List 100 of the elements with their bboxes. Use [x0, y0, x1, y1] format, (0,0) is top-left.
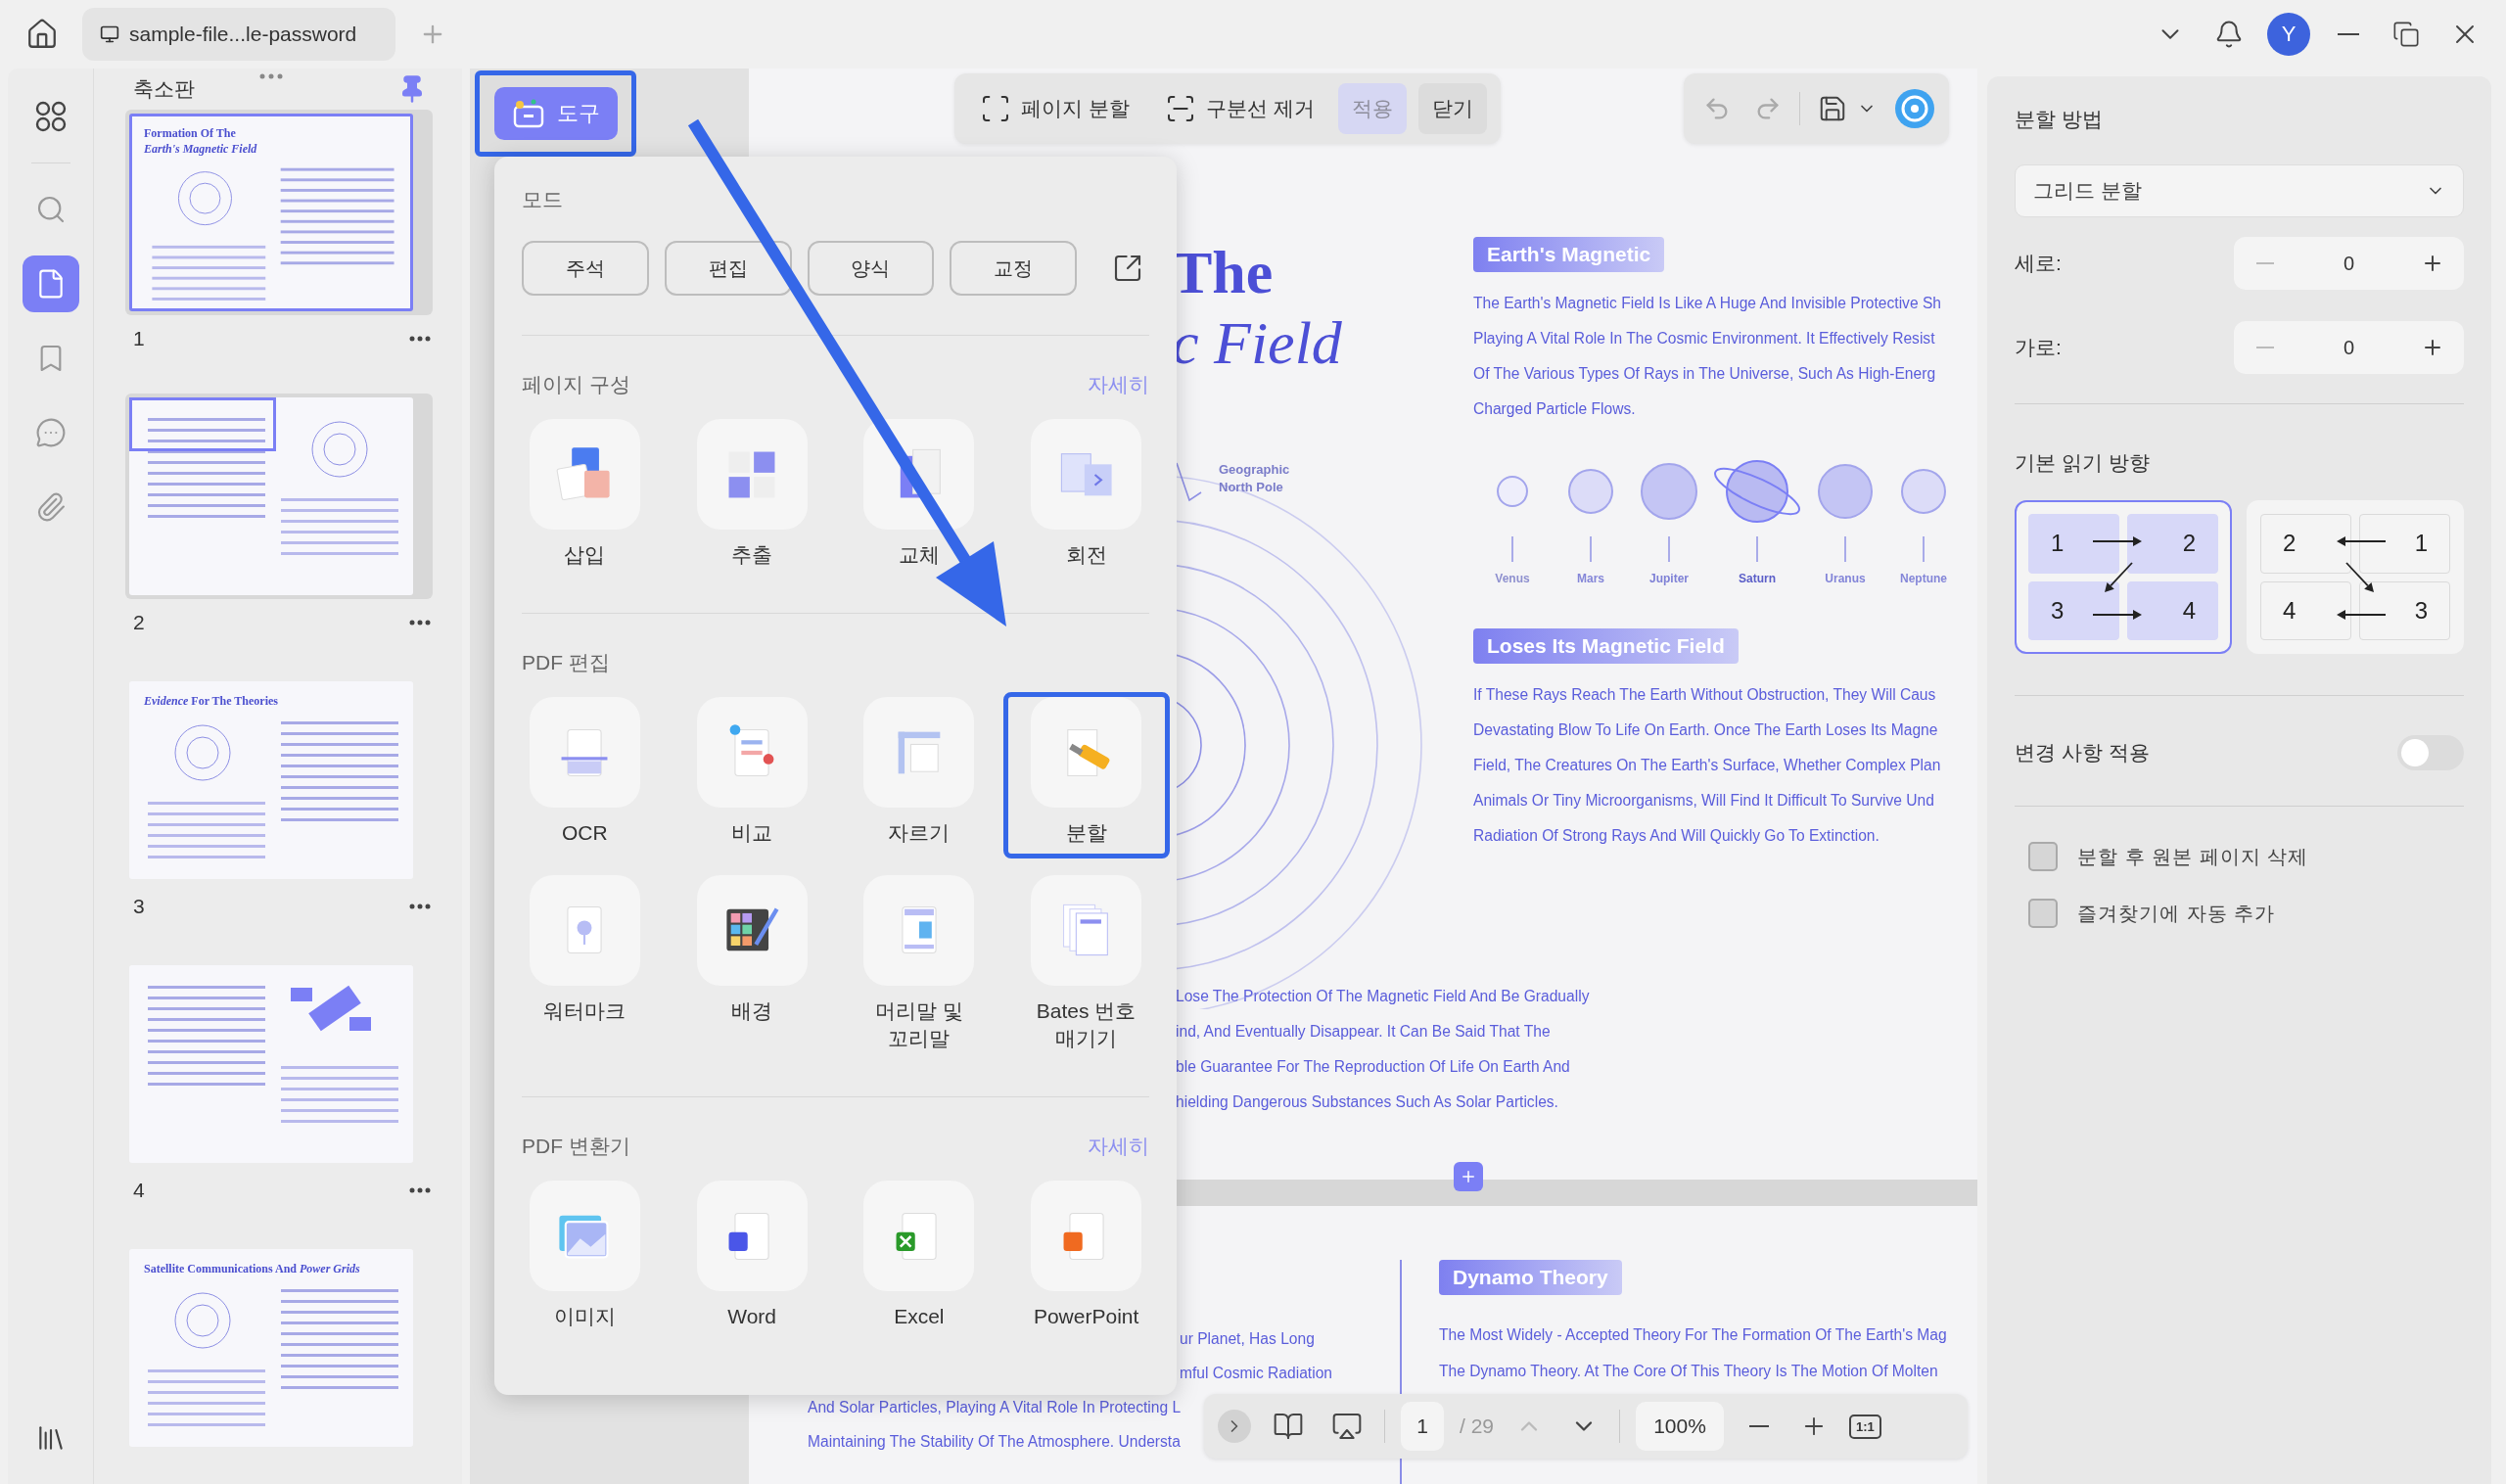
tool-button[interactable]: 이미지 [501, 1176, 669, 1342]
page-number: 3 [133, 895, 145, 918]
page-thumbnail[interactable]: Satellite Communications And Power Grids [129, 1249, 413, 1447]
comment-icon [34, 417, 67, 448]
grid-cell: 1 [2028, 514, 2119, 574]
tool-button[interactable]: 분할 [1002, 692, 1170, 858]
page-number: 4 [133, 1179, 145, 1202]
zoom-field[interactable]: 100% [1636, 1402, 1725, 1451]
arrow-icon [2092, 610, 2142, 620]
close-mode-button[interactable]: 닫기 [1417, 83, 1487, 134]
apply-toggle[interactable] [2397, 735, 2464, 770]
page-thumbnail[interactable]: Evidence For The Theories [129, 681, 413, 879]
panel-label: 분할 방법 [2015, 107, 2104, 132]
tool-button[interactable]: 배경 [669, 869, 836, 1064]
page-field[interactable]: 1 [1401, 1402, 1444, 1451]
tool-button[interactable]: Word [669, 1176, 836, 1342]
method-select[interactable]: 그리드 분할 [2015, 164, 2464, 217]
tool-button[interactable]: Excel [835, 1176, 1002, 1342]
mode-button[interactable]: 주석 [522, 241, 649, 296]
tool-button[interactable]: 추출 [669, 414, 836, 580]
columns-field[interactable]: 0 [2319, 335, 2379, 360]
tool-button[interactable]: 자르기 [835, 692, 1002, 858]
scan-frame-icon [980, 93, 1011, 124]
page-thumbnail[interactable]: Formation Of The Earth's Magnetic Field [129, 114, 413, 311]
minimize-icon [2338, 32, 2359, 36]
reading-direction-option[interactable]: 1 2 3 4 [2015, 500, 2232, 654]
tool-button[interactable]: 워터마크 [501, 869, 669, 1064]
planet-icon [1496, 475, 1529, 508]
toolbox-icon [511, 99, 545, 128]
save-icon [1818, 94, 1847, 123]
arrow-icon [2337, 536, 2387, 546]
planet-icon [1640, 462, 1698, 521]
checkbox[interactable] [2028, 842, 2058, 871]
checkbox-label: 분할 후 원본 페이지 삭제 [2077, 844, 2309, 869]
field-label: 세로: [2015, 251, 2062, 276]
page-thumbnail[interactable] [129, 397, 413, 595]
section-title: PDF 편집 [522, 650, 610, 676]
tool-button[interactable]: Bates 번호 매기기 [1002, 869, 1170, 1064]
page-thumbnail[interactable] [129, 965, 413, 1163]
mode-button[interactable]: 편집 [664, 241, 792, 296]
rows-field[interactable]: 0 [2319, 251, 2379, 276]
diagram-label: Geographic North Pole [1219, 461, 1290, 497]
grid-cell: 4 [2127, 580, 2218, 640]
external-link-icon [1112, 253, 1143, 284]
assistant-icon[interactable] [1894, 88, 1935, 129]
page-tab[interactable] [22, 255, 79, 312]
page-total: / 29 [1460, 1414, 1495, 1438]
resize-handle[interactable] [258, 72, 284, 80]
tool-button[interactable]: PowerPoint [1002, 1176, 1170, 1342]
tool-button[interactable]: 비교 [669, 692, 836, 858]
section-title: 페이지 구성 [522, 372, 630, 397]
tool-button[interactable]: 회전 [1002, 414, 1170, 580]
bell-icon [2214, 20, 2244, 49]
screen-icon [1331, 1411, 1363, 1442]
more-icon[interactable] [409, 620, 431, 626]
paragraph: The Earth's Magnetic Field Is Like A Huge And Invisible Protective Sh Playing A Vital Role In The Cosmic Environment. It Effectively Resist Of The Various Types Of Rays in The Universe, Such As High-Energ Charged Particle Flows. [1473, 294, 1941, 419]
section-tag: Dynamo Theory [1439, 1260, 1622, 1295]
document-tab[interactable]: sample-file...le-password [82, 8, 395, 61]
paragraph: If These Rays Reach The Earth Without Obstruction, They Will Caus Devastating Blow To Life On Earth. Once The Earth Loses Its Magne Field, The Creatures On The Earth's Surface, Whether Complex Plan Animals Or Tiny Microorganisms, Will Find It Difficult To Survive Und Radiation Of Strong Rays And Will Quickly Go To Extinction. [1473, 685, 1941, 846]
apps-icon [33, 100, 68, 133]
arrow-icon [2092, 536, 2142, 546]
checkbox[interactable] [2028, 899, 2058, 928]
minus-icon [2256, 261, 2274, 265]
section-title: 모드 [522, 187, 564, 212]
grid-cell: 1 [2359, 514, 2450, 574]
panel-label: 기본 읽기 방향 [2015, 450, 2151, 476]
panel-title: 축소판 [133, 76, 195, 102]
planet-icon [1567, 468, 1614, 515]
mode-button[interactable]: 양식 [807, 241, 935, 296]
planet-label: Jupiter [1649, 572, 1689, 585]
toolbar-button[interactable]: 페이지 분할 [968, 82, 1141, 135]
paragraph: ur Planet, Has Long mful Cosmic Radiation [1180, 1329, 1332, 1383]
planet-icon [1817, 463, 1874, 520]
more-icon[interactable] [409, 904, 431, 909]
actual-size-button[interactable]: 1:1 [1849, 1414, 1881, 1439]
user-avatar[interactable]: Y [2267, 13, 2310, 56]
restore-icon [2392, 21, 2420, 48]
paragraph: And Solar Particles, Playing A Vital Role In Protecting L Maintaining The Stability Of The Atmosphere. Understa [808, 1398, 1182, 1452]
monitor-icon [100, 24, 119, 44]
arrow-icon [2337, 610, 2387, 620]
more-icon[interactable] [409, 1187, 431, 1193]
arrow-icon [2105, 562, 2133, 592]
page-number: 2 [133, 611, 145, 634]
document-title: The [1172, 238, 1274, 307]
checkbox-label: 즐겨찾기에 자동 추가 [2077, 901, 2276, 926]
reading-direction-option[interactable]: 2 1 4 3 [2247, 500, 2464, 654]
planet-label: Saturn [1739, 572, 1776, 585]
tool-button[interactable]: OCR [501, 692, 669, 858]
planet-label: Uranus [1825, 572, 1866, 585]
mode-button[interactable]: 교정 [950, 241, 1077, 296]
toggle-label: 변경 사항 적용 [2015, 740, 2150, 765]
grid-cell: 3 [2028, 580, 2119, 640]
toolbar-button[interactable]: 구분선 제거 [1152, 82, 1326, 135]
tool-button[interactable]: 삽입 [501, 414, 669, 580]
planet-icon [1900, 468, 1947, 515]
add-page-button[interactable] [1454, 1162, 1483, 1191]
grid-cell: 2 [2127, 514, 2218, 574]
tool-button[interactable]: 머리말 및 꼬리말 [835, 869, 1002, 1064]
section-tag: Loses Its Magnetic Field [1473, 628, 1739, 664]
more-icon[interactable] [409, 336, 431, 342]
